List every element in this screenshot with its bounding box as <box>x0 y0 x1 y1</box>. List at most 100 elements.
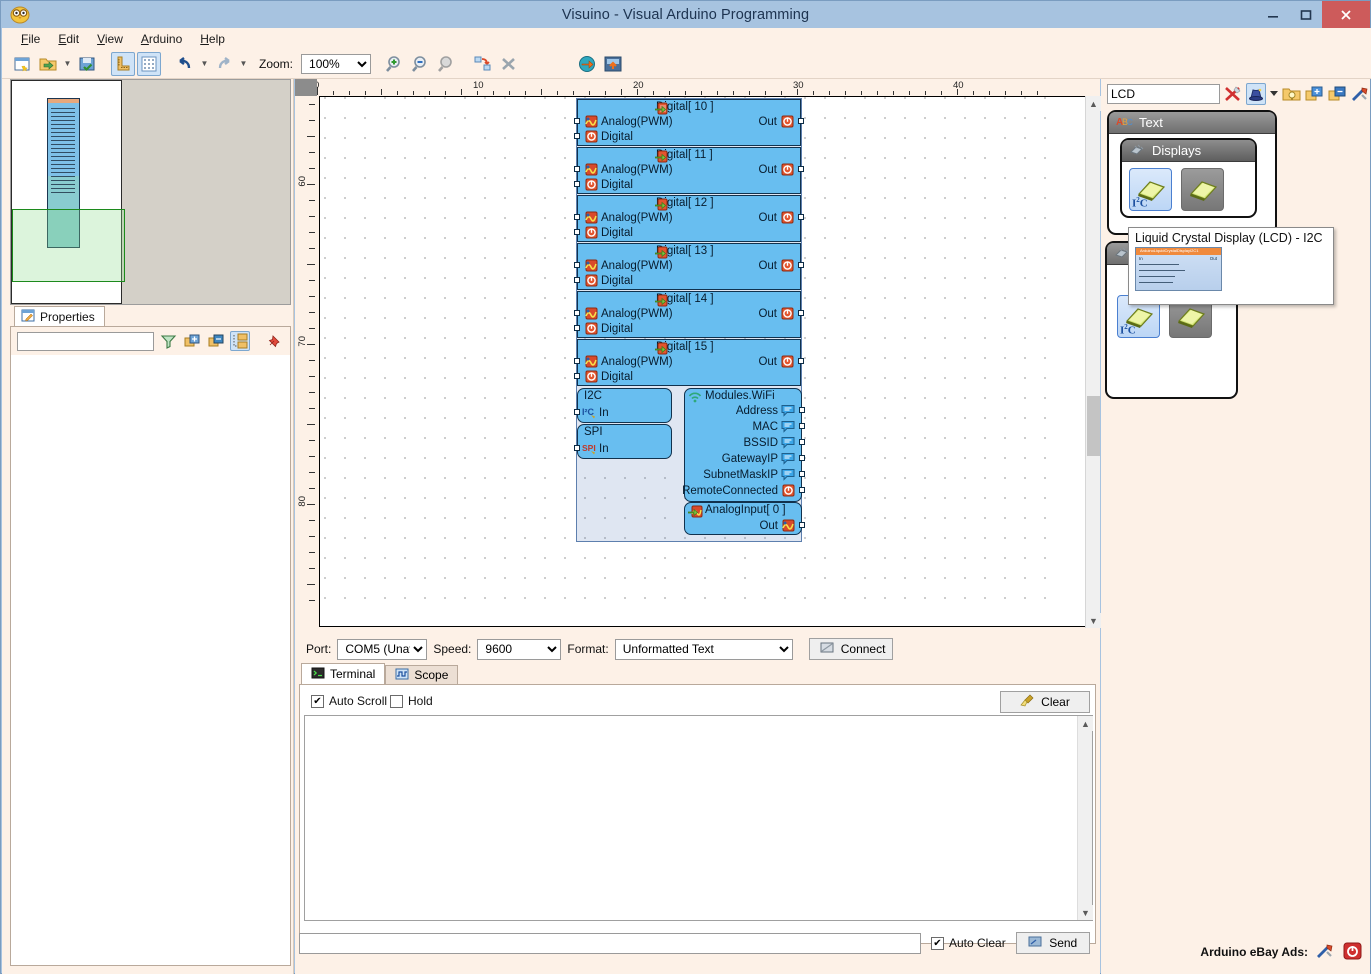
block-digital-13[interactable]: Digital[ 13 ] Analog(PWM) Digital Out <box>577 243 801 290</box>
arrange-button[interactable] <box>471 52 495 76</box>
terminal-output[interactable]: ▲ ▼ <box>304 715 1093 921</box>
connector-pin[interactable] <box>799 471 805 477</box>
clear-x-icon[interactable] <box>1223 83 1243 105</box>
connector-pin[interactable] <box>574 214 580 220</box>
pin-row-i2c-in[interactable]: I²C In <box>582 406 609 419</box>
collapse-tree-icon[interactable] <box>206 331 226 351</box>
connector-pin[interactable] <box>798 262 804 268</box>
scroll-up-arrow-icon[interactable]: ▲ <box>1086 96 1101 111</box>
compile-button[interactable] <box>575 52 599 76</box>
clear-button[interactable]: Clear <box>1000 691 1090 713</box>
hold-checkbox-box[interactable] <box>390 695 403 708</box>
connector-pin[interactable] <box>574 325 580 331</box>
open-project-button[interactable] <box>36 52 60 76</box>
connector-pin[interactable] <box>798 166 804 172</box>
pin-row-analog-pwm[interactable]: Analog(PWM) <box>584 163 673 176</box>
tab-scope[interactable]: Scope <box>385 665 458 684</box>
connector-pin[interactable] <box>574 445 580 451</box>
pin-row-digital[interactable]: Digital <box>584 178 633 191</box>
connector-pin[interactable] <box>574 373 580 379</box>
send-button[interactable]: Send <box>1016 932 1090 954</box>
project-preview-panel[interactable] <box>10 79 291 305</box>
diagram-canvas[interactable]: Digital[ 10 ] Analog(PWM) Digital <box>319 96 1100 627</box>
auto-scroll-checkbox[interactable]: ✔ Auto Scroll <box>311 694 387 708</box>
component-lcd-tile[interactable] <box>1181 168 1224 211</box>
connector-pin[interactable] <box>574 310 580 316</box>
block-spi[interactable]: SPI SPI In <box>577 424 672 459</box>
pin-row-out[interactable]: Out <box>758 355 794 368</box>
block-digital-11[interactable]: Digital[ 11 ] Analog(PWM) Digital Out <box>577 147 801 194</box>
connector-pin[interactable] <box>799 487 805 493</box>
pin-row-analog-pwm[interactable]: Analog(PWM) <box>584 259 673 272</box>
category-card-text[interactable]: ABC Text Displays <box>1107 110 1277 235</box>
speed-select[interactable]: 9600 <box>477 639 561 660</box>
connector-pin[interactable] <box>799 423 805 429</box>
redo-button[interactable] <box>212 52 236 76</box>
save-project-button[interactable] <box>75 52 99 76</box>
pin-row-wifi-subnetmaskip[interactable]: SubnetMaskIP <box>703 468 795 481</box>
block-digital-14[interactable]: Digital[ 14 ] Analog(PWM) Digital Out <box>577 291 801 338</box>
zoom-reset-button[interactable] <box>435 52 459 76</box>
category-header-text[interactable]: ABC Text <box>1109 112 1275 134</box>
power-button-icon[interactable] <box>1343 942 1362 963</box>
magic-wand-hat-icon[interactable] <box>1246 83 1266 105</box>
connector-pin[interactable] <box>799 522 805 528</box>
redo-dropdown[interactable]: ▼ <box>238 52 249 76</box>
connector-pin[interactable] <box>799 407 805 413</box>
pin-row-out[interactable]: Out <box>758 163 794 176</box>
expand-nodes-icon[interactable] <box>1304 83 1324 105</box>
folder-bulb-icon[interactable] <box>1281 83 1301 105</box>
pin-row-analog-pwm[interactable]: Analog(PWM) <box>584 355 673 368</box>
pin-row-analog-pwm[interactable]: Analog(PWM) <box>584 211 673 224</box>
canvas-scroll-thumb[interactable] <box>1087 396 1100 456</box>
pin-row-out[interactable]: Out <box>758 259 794 272</box>
maximize-button[interactable] <box>1289 1 1322 28</box>
menu-arduino[interactable]: Arduino <box>132 30 191 48</box>
pin-row-spi-in[interactable]: SPI In <box>582 442 609 455</box>
connector-pin[interactable] <box>574 229 580 235</box>
funnel-icon[interactable] <box>158 331 178 351</box>
auto-scroll-checkbox-box[interactable]: ✔ <box>311 695 324 708</box>
collapse-nodes-icon[interactable] <box>1327 83 1347 105</box>
close-button[interactable] <box>1322 1 1370 28</box>
block-i2c[interactable]: I2C I²C In <box>577 388 672 423</box>
connector-pin[interactable] <box>574 409 580 415</box>
connector-pin[interactable] <box>798 118 804 124</box>
undo-button[interactable] <box>173 52 197 76</box>
menu-edit[interactable]: Edit <box>49 30 88 48</box>
output-scroll-down-icon[interactable]: ▼ <box>1078 905 1093 920</box>
pin-row-analog-out[interactable]: Out <box>759 519 795 532</box>
delete-button[interactable] <box>497 52 521 76</box>
pin-row-digital[interactable]: Digital <box>584 274 633 287</box>
undo-dropdown[interactable]: ▼ <box>199 52 210 76</box>
output-scroll-up-icon[interactable]: ▲ <box>1078 716 1093 731</box>
component-search-input[interactable] <box>1107 84 1220 104</box>
pin-row-analog-pwm[interactable]: Analog(PWM) <box>584 307 673 320</box>
pin-row-wifi-gatewayip[interactable]: GatewayIP <box>722 452 795 465</box>
pin-row-out[interactable]: Out <box>758 211 794 224</box>
open-project-dropdown[interactable]: ▼ <box>62 52 73 76</box>
zoom-select[interactable]: 100% <box>301 54 371 74</box>
preview-viewport-rect[interactable] <box>12 209 125 282</box>
menu-view[interactable]: View <box>88 30 132 48</box>
block-analog-input-0[interactable]: AnalogInput[ 0 ] Out <box>684 502 802 535</box>
connector-pin[interactable] <box>798 214 804 220</box>
hold-checkbox[interactable]: Hold <box>390 694 433 708</box>
zoom-out-button[interactable] <box>409 52 433 76</box>
connector-pin[interactable] <box>574 118 580 124</box>
tools-wrench-icon[interactable] <box>1316 942 1335 963</box>
menu-help[interactable]: Help <box>191 30 234 48</box>
terminal-output-scrollbar[interactable]: ▲ ▼ <box>1077 716 1092 920</box>
canvas-vertical-scrollbar[interactable]: ▲ ▼ <box>1085 96 1100 628</box>
connector-pin[interactable] <box>574 166 580 172</box>
connector-pin[interactable] <box>798 358 804 364</box>
component-lcd-i2c-tile[interactable]: I2C <box>1129 168 1172 211</box>
show-ruler-button[interactable] <box>111 52 135 76</box>
connector-pin[interactable] <box>799 439 805 445</box>
auto-clear-checkbox[interactable]: ✔ Auto Clear <box>931 936 1006 950</box>
pin-row-digital[interactable]: Digital <box>584 322 633 335</box>
pin-row-out[interactable]: Out <box>758 307 794 320</box>
pin-row-wifi-address[interactable]: Address <box>736 404 795 417</box>
pin-row-digital[interactable]: Digital <box>584 226 633 239</box>
connector-pin[interactable] <box>574 262 580 268</box>
